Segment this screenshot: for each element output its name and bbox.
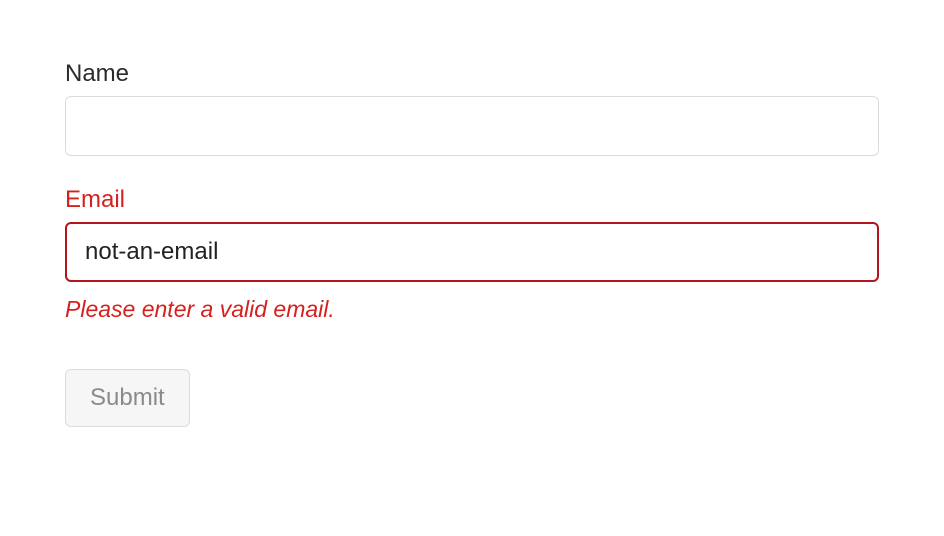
submit-button[interactable]: Submit xyxy=(65,369,190,427)
email-label: Email xyxy=(65,186,879,214)
name-input[interactable] xyxy=(65,96,879,156)
email-input[interactable] xyxy=(65,222,879,282)
email-error-message: Please enter a valid email. xyxy=(65,296,879,323)
email-field-group: Email Please enter a valid email. xyxy=(65,186,879,323)
form: Name Email Please enter a valid email. S… xyxy=(65,60,879,427)
name-field-group: Name xyxy=(65,60,879,156)
name-label: Name xyxy=(65,60,879,88)
